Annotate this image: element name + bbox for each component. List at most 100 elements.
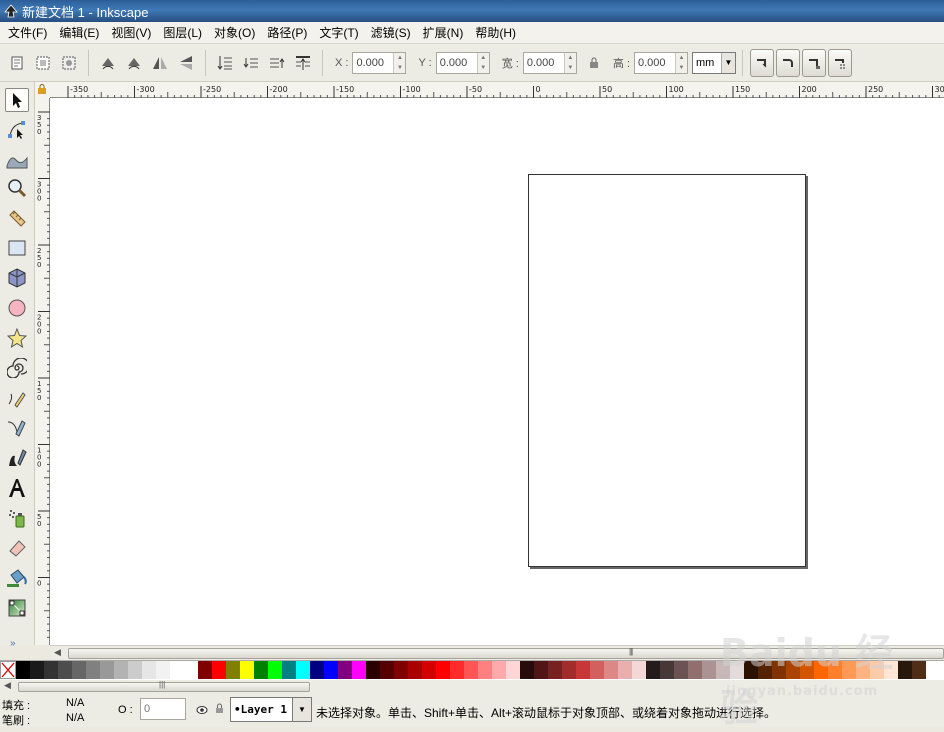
width-field[interactable]: ▲▼ — [523, 52, 577, 74]
color-swatch[interactable] — [282, 661, 296, 679]
color-swatch[interactable] — [506, 661, 520, 679]
rectangle-tool[interactable] — [5, 236, 29, 260]
color-swatch[interactable] — [786, 661, 800, 679]
color-swatch[interactable] — [450, 661, 464, 679]
menu-path[interactable]: 路径(P) — [261, 24, 313, 41]
opacity-input[interactable] — [141, 702, 171, 716]
palette-scroll-left-arrow-icon[interactable]: ◀ — [4, 680, 11, 691]
gradient-tool[interactable] — [5, 596, 29, 620]
color-swatch[interactable] — [422, 661, 436, 679]
color-swatch[interactable] — [408, 661, 422, 679]
color-swatch[interactable] — [730, 661, 744, 679]
y-spin-arrows[interactable]: ▲▼ — [477, 53, 489, 73]
color-swatch[interactable] — [198, 661, 212, 679]
color-swatch[interactable] — [44, 661, 58, 679]
lower-bottom-button[interactable] — [214, 52, 236, 74]
no-paint-swatch[interactable] — [0, 661, 16, 679]
color-swatch[interactable] — [814, 661, 828, 679]
more-tools-button[interactable]: » — [10, 638, 16, 649]
color-swatch[interactable] — [366, 661, 380, 679]
x-spin-arrows[interactable]: ▲▼ — [393, 53, 405, 73]
color-swatch[interactable] — [156, 661, 170, 679]
pen-tool[interactable] — [5, 416, 29, 440]
color-swatch[interactable] — [674, 661, 688, 679]
unit-select[interactable]: mm ▼ — [692, 52, 736, 74]
color-swatch[interactable] — [632, 661, 646, 679]
ruler-corner-lock[interactable] — [35, 82, 50, 98]
color-swatch[interactable] — [394, 661, 408, 679]
height-field[interactable]: ▲▼ — [634, 52, 688, 74]
ellipse-tool[interactable] — [5, 296, 29, 320]
color-swatch[interactable] — [618, 661, 632, 679]
lock-ratio-button[interactable] — [583, 52, 605, 74]
paint-bucket-tool[interactable] — [5, 566, 29, 590]
menu-text[interactable]: 文字(T) — [313, 24, 364, 41]
node-tool[interactable] — [5, 118, 29, 142]
deselect-button[interactable] — [58, 52, 80, 74]
color-swatch[interactable] — [16, 661, 30, 679]
color-swatch[interactable] — [226, 661, 240, 679]
color-swatch[interactable] — [240, 661, 254, 679]
raise-top-button[interactable] — [292, 52, 314, 74]
menu-help[interactable]: 帮助(H) — [469, 24, 522, 41]
menu-object[interactable]: 对象(O) — [208, 24, 261, 41]
scale-corners-button[interactable] — [776, 49, 800, 77]
color-swatch[interactable] — [86, 661, 100, 679]
color-swatch[interactable] — [534, 661, 548, 679]
color-swatch[interactable] — [604, 661, 618, 679]
3dbox-tool[interactable] — [5, 266, 29, 290]
rotate-ccw-button[interactable] — [97, 52, 119, 74]
color-swatch[interactable] — [72, 661, 86, 679]
color-swatch[interactable] — [30, 661, 44, 679]
color-swatch[interactable] — [576, 661, 590, 679]
flip-horizontal-button[interactable] — [149, 52, 171, 74]
measure-tool[interactable] — [5, 206, 29, 230]
width-input[interactable] — [524, 56, 564, 70]
color-swatch[interactable] — [296, 661, 310, 679]
scroll-left-arrow-icon[interactable]: ◀ — [54, 647, 61, 658]
color-swatch[interactable] — [310, 661, 324, 679]
color-swatch[interactable] — [828, 661, 842, 679]
color-swatch[interactable] — [352, 661, 366, 679]
color-swatch[interactable] — [268, 661, 282, 679]
stroke-indicator[interactable]: N/A — [66, 712, 84, 724]
transform-patterns-button[interactable] — [828, 49, 852, 77]
lower-button[interactable] — [240, 52, 262, 74]
horizontal-ruler[interactable]: -350-300-250-200-150-100-500501001502002… — [50, 82, 944, 98]
color-swatch[interactable] — [520, 661, 534, 679]
color-swatch[interactable] — [58, 661, 72, 679]
color-swatch[interactable] — [562, 661, 576, 679]
layer-dropdown-chevron-down-icon[interactable]: ▼ — [292, 697, 312, 722]
menu-filters[interactable]: 滤镜(S) — [365, 24, 417, 41]
color-swatch[interactable] — [688, 661, 702, 679]
menu-view[interactable]: 视图(V) — [105, 24, 157, 41]
color-swatch[interactable] — [170, 661, 184, 679]
x-field[interactable]: ▲▼ — [352, 52, 406, 74]
drawing-canvas[interactable] — [50, 98, 944, 645]
color-swatch[interactable] — [184, 661, 198, 679]
color-swatch[interactable] — [492, 661, 506, 679]
color-swatch[interactable] — [716, 661, 730, 679]
y-input[interactable] — [437, 56, 477, 70]
color-swatch[interactable] — [142, 661, 156, 679]
tweak-tool[interactable] — [5, 148, 29, 172]
text-tool[interactable] — [5, 476, 29, 500]
color-swatch[interactable] — [338, 661, 352, 679]
height-spin-arrows[interactable]: ▲▼ — [675, 53, 687, 73]
menu-file[interactable]: 文件(F) — [2, 24, 53, 41]
selector-tool[interactable] — [5, 88, 29, 112]
color-swatch[interactable] — [590, 661, 604, 679]
document-page[interactable] — [528, 174, 806, 567]
menu-layer[interactable]: 图层(L) — [157, 24, 208, 41]
color-swatch[interactable] — [660, 661, 674, 679]
vertical-ruler[interactable]: 350300250200150100500 — [35, 98, 50, 645]
x-input[interactable] — [353, 56, 393, 70]
color-swatch[interactable] — [114, 661, 128, 679]
color-swatch[interactable] — [100, 661, 114, 679]
raise-button[interactable] — [266, 52, 288, 74]
horizontal-scrollbar[interactable]: ◀ ||| — [50, 645, 944, 660]
layer-lock-button[interactable] — [215, 703, 224, 717]
menu-extensions[interactable]: 扩展(N) — [417, 24, 470, 41]
color-swatch[interactable] — [898, 661, 912, 679]
color-swatch[interactable] — [758, 661, 772, 679]
